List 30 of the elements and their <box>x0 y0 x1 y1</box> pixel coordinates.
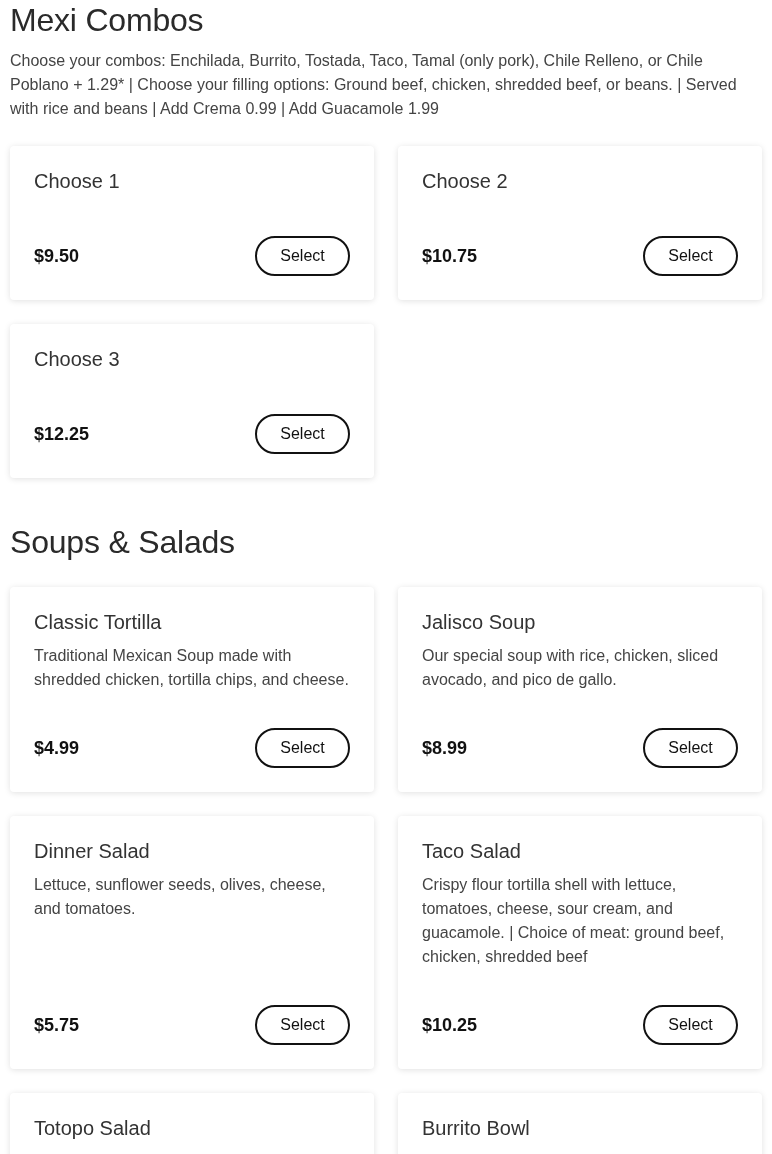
item-price: $10.25 <box>422 1014 478 1036</box>
select-button[interactable]: Select <box>255 1005 350 1045</box>
item-name: Totopo Salad <box>34 1116 152 1141</box>
item-name: Jalisco Soup <box>422 610 537 635</box>
item-price: $4.99 <box>34 737 80 759</box>
item-price: $10.75 <box>422 245 478 267</box>
select-button[interactable]: Select <box>643 728 738 768</box>
item-name: Choose 1 <box>34 169 121 194</box>
section-title: Mexi Combos <box>10 1 205 40</box>
item-description: Crispy flour tortilla shell with lettuce, tomatoes, cheese, sour cream, and guacamole. | Choice of meat: ground beef, chicken, shredded beef <box>422 875 726 967</box>
item-description: Traditional Mexican Soup made with shredded chicken, tortilla chips, and cheese. <box>34 646 350 690</box>
item-name: Taco Salad <box>422 839 522 864</box>
select-button[interactable]: Select <box>643 1005 738 1045</box>
item-description: Our special soup with rice, chicken, sliced avocado, and pico de gallo. <box>422 646 720 690</box>
item-name: Dinner Salad <box>34 839 151 864</box>
item-price: $9.50 <box>34 245 80 267</box>
item-price: $8.99 <box>422 737 468 759</box>
select-button[interactable]: Select <box>255 236 350 276</box>
section-title: Soups & Salads <box>10 523 236 562</box>
select-button[interactable]: Select <box>643 236 738 276</box>
select-button[interactable]: Select <box>255 728 350 768</box>
item-price: $12.25 <box>34 423 90 445</box>
item-description: Lettuce, sunflower seeds, olives, cheese, and tomatoes. <box>34 875 327 919</box>
item-name: Choose 3 <box>34 347 121 372</box>
item-price: $5.75 <box>34 1014 80 1036</box>
item-name: Choose 2 <box>422 169 509 194</box>
select-button[interactable]: Select <box>255 414 350 454</box>
item-name: Classic Tortilla <box>34 610 163 635</box>
item-name: Burrito Bowl <box>422 1116 531 1141</box>
section-description: Choose your combos: Enchilada, Burrito, Tostada, Taco, Tamal (only pork), Chile Relleno, or Chile Poblano + 1.29* | Choose your filling options: Ground beef, chicken, shredded beef, or beans. | Served with rice and beans | Add Crema 0.99 | Add Guacamole 1.99 <box>10 51 738 119</box>
